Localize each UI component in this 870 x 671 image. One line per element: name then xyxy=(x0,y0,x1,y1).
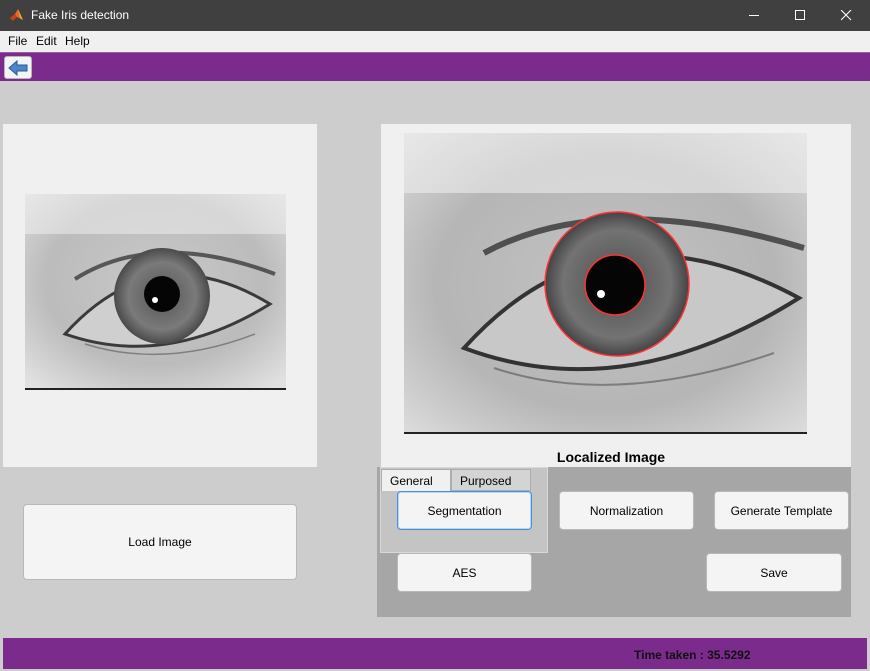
aes-button[interactable]: AES xyxy=(397,553,532,592)
localized-image-label: Localized Image xyxy=(556,449,666,465)
window-title: Fake Iris detection xyxy=(31,8,130,22)
minimize-icon xyxy=(748,15,759,16)
eye-image xyxy=(25,194,286,390)
generate-template-button[interactable]: Generate Template xyxy=(714,491,849,530)
arrow-left-icon xyxy=(8,59,28,76)
tab-general[interactable]: General xyxy=(381,469,451,491)
close-button[interactable] xyxy=(823,0,869,31)
back-button[interactable] xyxy=(4,56,32,79)
localized-image-panel xyxy=(381,124,851,467)
maximize-icon xyxy=(794,10,805,20)
segmentation-button[interactable]: Segmentation xyxy=(397,491,532,530)
tab-purposed[interactable]: Purposed xyxy=(451,469,531,491)
close-icon xyxy=(840,10,851,21)
menu-file[interactable]: File xyxy=(8,34,27,48)
menu-help[interactable]: Help xyxy=(65,34,90,48)
menu-edit[interactable]: Edit xyxy=(36,34,57,48)
eye-localized-image xyxy=(404,133,807,434)
menu-bar: File Edit Help xyxy=(0,31,870,52)
save-button[interactable]: Save xyxy=(706,553,842,592)
title-bar: Fake Iris detection xyxy=(0,0,870,31)
status-bar: Time taken : 35.5292 xyxy=(3,638,867,669)
minimize-button[interactable] xyxy=(731,0,777,31)
normalization-button[interactable]: Normalization xyxy=(559,491,694,530)
original-image-panel xyxy=(3,124,317,467)
maximize-button[interactable] xyxy=(777,0,823,31)
toolbar xyxy=(0,52,870,81)
load-image-button[interactable]: Load Image xyxy=(23,504,297,580)
time-taken-label: Time taken : 35.5292 xyxy=(634,648,751,662)
matlab-icon xyxy=(9,8,24,23)
